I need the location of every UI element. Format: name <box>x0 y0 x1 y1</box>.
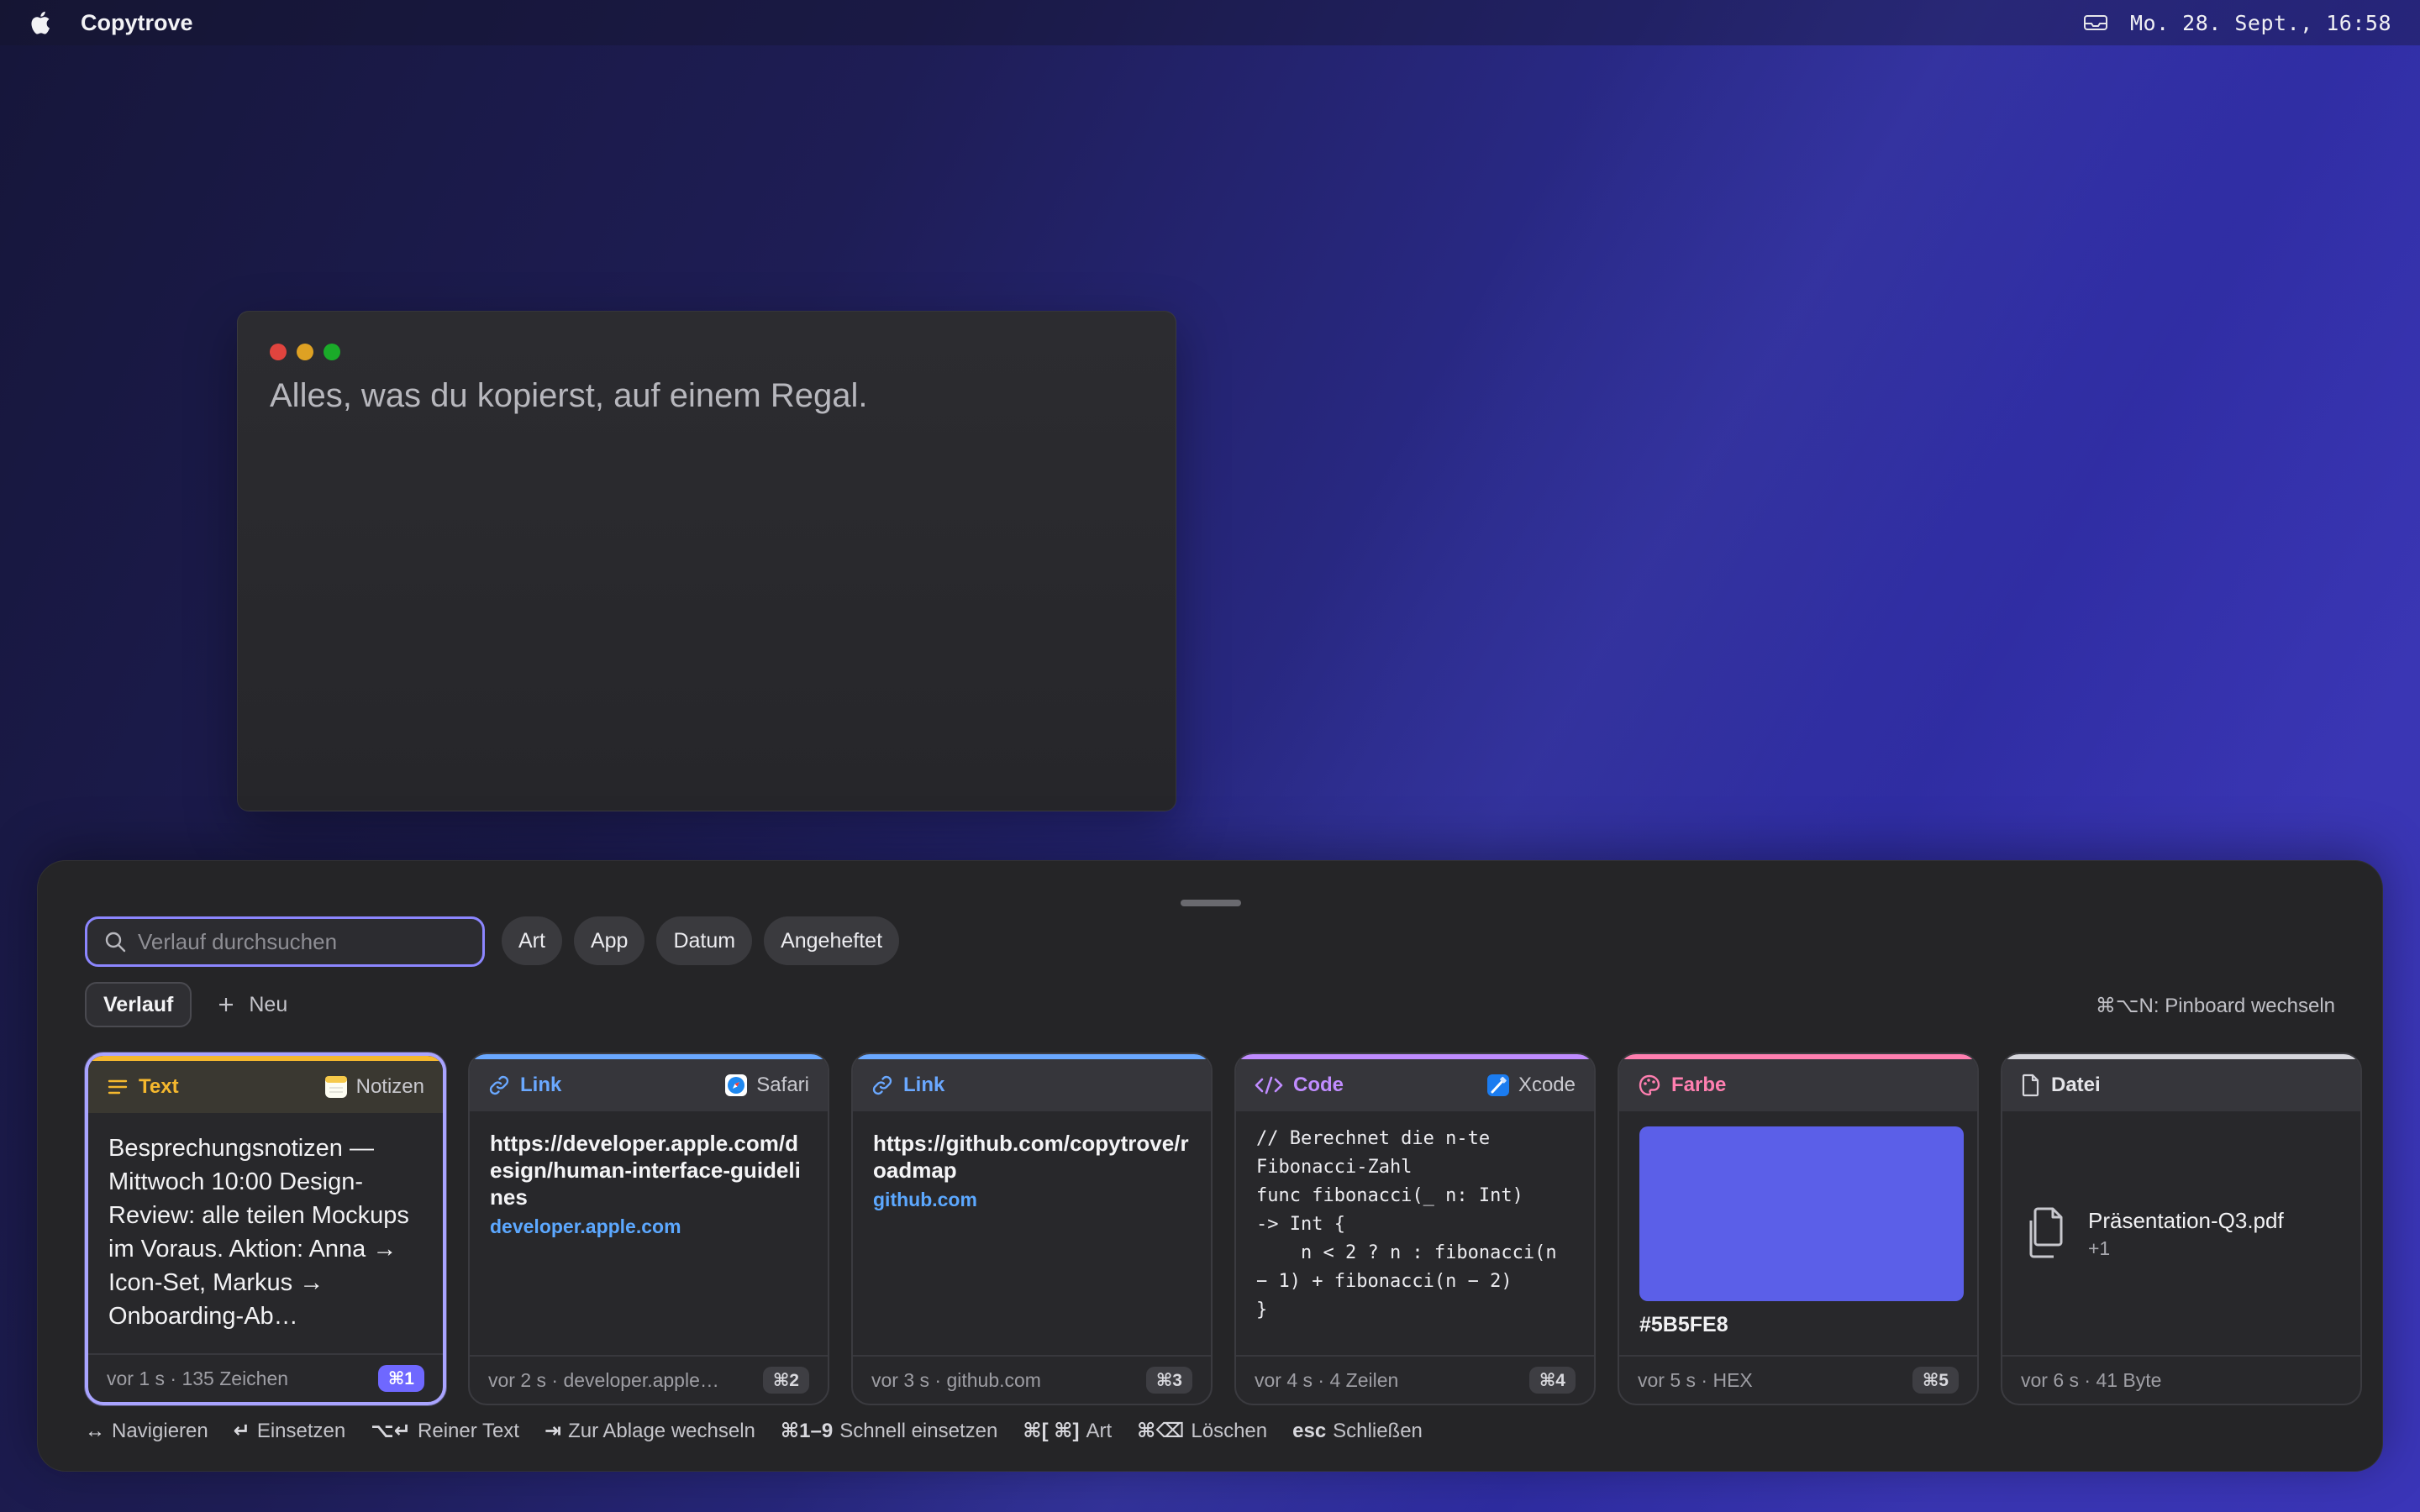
card-kind-label: Farbe <box>1671 1074 1727 1096</box>
card-meta: vor 4 s · 4 Zeilen <box>1255 1368 1399 1391</box>
window-controls <box>270 344 340 360</box>
pinboard-switch-hint: ⌘⌥N: Pinboard wechseln <box>2095 995 2335 1017</box>
card-kind-label: Code <box>1293 1074 1344 1096</box>
card-shortcut-badge: ⌘1 <box>377 1365 424 1392</box>
card-shortcut-badge: ⌘2 <box>762 1367 809 1394</box>
card-header: Text Notizen <box>88 1056 443 1113</box>
xcode-app-icon <box>1486 1074 1509 1096</box>
menu-app-name[interactable]: Copytrove <box>81 10 193 36</box>
clip-card-link-apple[interactable]: Link Safari https://developer.apple.com/… <box>468 1053 829 1405</box>
color-swatch <box>1639 1126 1964 1301</box>
card-footer: vor 4 s · 4 Zeilen ⌘4 <box>1236 1355 1594 1404</box>
card-hex-label: #5B5FE8 <box>1639 1313 1728 1336</box>
clip-card-file[interactable]: Datei Präsentation-Q3.pdf +1 vor 6 s · 4… <box>2001 1053 2362 1405</box>
file-row: Präsentation-Q3.pdf +1 <box>2023 1205 2340 1263</box>
minimize-window-button[interactable] <box>297 344 313 360</box>
shortcut-paste: ↵ Einsetzen <box>233 1420 346 1442</box>
card-meta: vor 3 s · github.com <box>871 1368 1041 1391</box>
text-lines-icon <box>108 1079 128 1095</box>
shortcut-quick-paste: ⌘1–9 Schnell einsetzen <box>780 1420 998 1442</box>
shortcut-navigate: ↔ Navigieren <box>85 1419 208 1442</box>
palette-icon <box>1639 1074 1660 1096</box>
window-headline: Alles, was du kopierst, auf einem Regal. <box>270 377 868 414</box>
shortcut-delete: ⌘⌫ Löschen <box>1137 1420 1268 1442</box>
card-footer: vor 1 s · 135 Zeichen ⌘1 <box>88 1353 443 1402</box>
apple-logo-icon[interactable] <box>29 10 50 35</box>
pinboard-tabs: Verlauf Neu <box>85 982 287 1027</box>
card-footer: vor 3 s · github.com ⌘3 <box>853 1355 1211 1404</box>
clipboard-tray-icon[interactable] <box>2083 13 2108 32</box>
card-source-app: Xcode <box>1518 1074 1576 1096</box>
card-meta: vor 1 s · 135 Zeichen <box>107 1367 289 1389</box>
clip-card-text[interactable]: Text Notizen Besprechungsnotizen — Mittw… <box>85 1053 446 1405</box>
card-header: Farbe <box>1619 1054 1977 1111</box>
zoom-window-button[interactable] <box>324 344 340 360</box>
card-code-content: // Berechnet die n-te Fibonacci-Zahl fun… <box>1256 1128 1557 1320</box>
clipboard-panel: Art App Datum Angeheftet Verlauf Neu ⌘⌥N… <box>37 860 2383 1472</box>
card-link-host[interactable]: github.com <box>873 1189 1191 1211</box>
card-footer: vor 6 s · 41 Byte <box>2002 1355 2360 1404</box>
link-icon <box>872 1075 892 1095</box>
filter-chip-app[interactable]: App <box>573 916 645 965</box>
card-footer: vor 5 s · HEX ⌘5 <box>1619 1355 1977 1404</box>
card-header: Code Xcode <box>1236 1054 1594 1111</box>
code-brackets-icon <box>1255 1076 1283 1095</box>
tab-history[interactable]: Verlauf <box>85 982 192 1027</box>
card-kind-label: Link <box>903 1074 945 1096</box>
clip-cards: Text Notizen Besprechungsnotizen — Mittw… <box>85 1053 2362 1405</box>
menu-clock[interactable]: Mo. 28. Sept., 16:58 <box>2130 11 2391 35</box>
notes-app-icon <box>324 1076 347 1098</box>
filter-chip-date[interactable]: Datum <box>656 916 753 965</box>
new-pinboard-label: Neu <box>249 992 288 1016</box>
card-shortcut-badge: ⌘5 <box>1912 1367 1959 1394</box>
keyboard-shortcuts-bar: ↔ Navigieren ↵ Einsetzen ⌥↵ Reiner Text ⇥ Zu… <box>85 1419 1423 1443</box>
card-meta: vor 2 s · developer.apple… <box>488 1368 719 1391</box>
card-link-url: https://developer.apple.com/design/human… <box>490 1131 801 1210</box>
editor-window: Alles, was du kopierst, auf einem Regal. <box>237 311 1176 811</box>
shortcut-switch-board: ⇥ Zur Ablage wechseln <box>544 1420 755 1442</box>
shortcut-kind: ⌘[ ⌘] Art <box>1023 1420 1113 1442</box>
new-pinboard-button[interactable]: Neu <box>217 993 287 1017</box>
clip-card-color[interactable]: Farbe #5B5FE8 vor 5 s · HEX ⌘5 <box>1618 1053 1979 1405</box>
filter-chips: Art App Datum Angeheftet <box>502 916 900 965</box>
card-footer: vor 2 s · developer.apple… ⌘2 <box>470 1355 828 1404</box>
card-shortcut-badge: ⌘3 <box>1145 1367 1192 1394</box>
card-header: Link Safari <box>470 1054 828 1111</box>
card-kind-label: Link <box>520 1074 562 1096</box>
card-source-app: Safari <box>756 1074 809 1096</box>
safari-app-icon <box>725 1074 748 1096</box>
menu-bar: Copytrove Mo. 28. Sept., 16:58 <box>0 0 2420 45</box>
shortcut-plain-text: ⌥↵ Reiner Text <box>371 1420 519 1442</box>
filter-chip-kind[interactable]: Art <box>502 916 562 965</box>
documents-stack-icon <box>2029 1207 2063 1258</box>
card-meta: vor 5 s · HEX <box>1638 1368 1753 1391</box>
card-kind-label: Datei <box>2051 1074 2101 1096</box>
card-file-name: Präsentation-Q3.pdf <box>2088 1208 2284 1233</box>
card-file-extra: +1 <box>2088 1237 2111 1259</box>
search-icon <box>105 932 126 953</box>
clip-card-link-github[interactable]: Link https://github.com/copytrove/roadma… <box>851 1053 1213 1405</box>
filter-chip-pinned[interactable]: Angeheftet <box>764 916 900 965</box>
card-kind-label: Text <box>139 1075 179 1098</box>
plus-icon <box>219 998 234 1011</box>
search-input[interactable] <box>138 928 457 955</box>
panel-drag-handle[interactable] <box>1181 900 1241 906</box>
link-icon <box>489 1075 509 1095</box>
card-source-app: Notizen <box>355 1075 424 1098</box>
card-source: Safari <box>724 1074 809 1097</box>
card-link-host[interactable]: developer.apple.com <box>490 1215 808 1238</box>
card-shortcut-badge: ⌘4 <box>1528 1367 1576 1394</box>
shortcut-close: esc Schließen <box>1292 1419 1423 1442</box>
card-source: Xcode <box>1486 1074 1576 1097</box>
clip-card-code[interactable]: Code Xcode // Berechnet die n-te Fibonac… <box>1234 1053 1596 1405</box>
card-header: Link <box>853 1054 1211 1111</box>
card-link-url: https://github.com/copytrove/roadmap <box>873 1131 1189 1183</box>
card-header: Datei <box>2002 1054 2360 1111</box>
close-window-button[interactable] <box>270 344 287 360</box>
card-meta: vor 6 s · 41 Byte <box>2021 1368 2162 1391</box>
search-field[interactable] <box>85 916 485 967</box>
card-text-content: Besprechungsnotizen — Mittwoch 10:00 Des… <box>108 1135 409 1330</box>
card-source: Notizen <box>324 1075 424 1099</box>
document-icon <box>2022 1074 2039 1097</box>
